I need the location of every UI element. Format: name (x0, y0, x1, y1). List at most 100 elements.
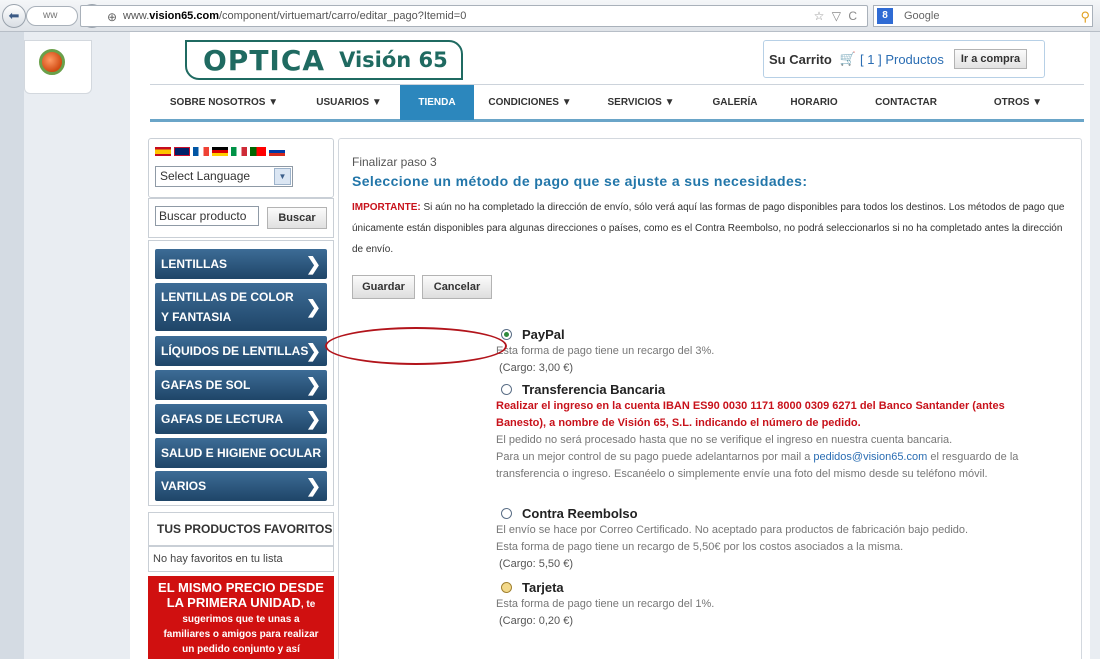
menu-item-sobre-nosotros[interactable]: SOBRE NOSOTROS ▼ (150, 85, 298, 120)
menu-item-condiciones[interactable]: CONDICIONES ▼ (474, 85, 586, 120)
left-sidebar-strip (0, 32, 24, 659)
cart-title: Su Carrito (769, 51, 832, 67)
notice-label: IMPORTANTE: (352, 202, 421, 213)
payment-option-cod: Contra Reembolso El envío se hace por Co… (496, 504, 968, 573)
magnifier-icon[interactable]: ⚲ (1080, 7, 1090, 27)
payment-desc: el resguardo de la (927, 451, 1019, 463)
product-search-button[interactable]: Buscar (267, 207, 327, 229)
payment-name: Contra Reembolso (522, 505, 638, 521)
menu-item-servicios[interactable]: SERVICIOS ▼ (586, 85, 696, 120)
category-label: GAFAS DE SOL (161, 378, 251, 392)
menu-item-usuarios[interactable]: USUARIOS ▼ (298, 85, 400, 120)
promo-line: familiares o amigos para realizar (163, 629, 319, 640)
url-prefix: www. (123, 10, 150, 22)
transfer-radio[interactable] (501, 383, 512, 395)
product-search-input[interactable]: Buscar producto (155, 206, 259, 226)
cancel-button[interactable]: Cancelar (422, 275, 492, 299)
payment-desc: Esta forma de pago tiene un recargo del … (496, 598, 715, 610)
flag-it-icon[interactable] (231, 147, 247, 156)
back-arrow-icon[interactable]: ⬅ (2, 4, 26, 28)
chevron-down-icon[interactable]: ▼ (274, 168, 291, 185)
flag-fr-icon[interactable] (193, 147, 209, 156)
category-label: SALUD E HIGIENE OCULAR (161, 446, 322, 460)
important-notice: IMPORTANTE: Si aún no ha completado la d… (352, 197, 1074, 260)
cart-icon: 🛒 (839, 51, 857, 66)
payment-cost: (Cargo: 0,20 €) (499, 615, 573, 627)
payment-name: Transferencia Bancaria (522, 381, 666, 397)
url-path: /component/virtuemart/carro/editar_pago?… (218, 10, 467, 22)
annotation-ellipse (325, 327, 507, 365)
menu-item-galeria[interactable]: GALERÍA (696, 85, 774, 120)
card-radio[interactable] (501, 581, 512, 593)
category-gafas-sol[interactable]: GAFAS DE SOL ❯ (155, 370, 327, 400)
promo-line: LA PRIMERA UNIDAD (166, 595, 301, 610)
email-link[interactable]: pedidos@vision65.com (813, 451, 927, 463)
chevron-right-icon: ❯ (305, 297, 321, 317)
chevron-right-icon: ❯ (305, 374, 321, 395)
favorites-empty: No hay favoritos en tu lista (148, 546, 334, 572)
language-flags (155, 147, 285, 156)
chevron-right-icon: ❯ (305, 253, 321, 274)
payment-desc: El pedido no será procesado hasta que no… (496, 434, 953, 446)
address-bar[interactable]: ⊕ www.vision65.com/component/virtuemart/… (80, 5, 868, 27)
checkout-button[interactable]: Ir a compra (953, 49, 1028, 69)
category-label: LENTILLAS DE COLOR Y FANTASIA (161, 290, 294, 324)
menu-item-otros[interactable]: OTROS ▼ (958, 85, 1078, 120)
flag-pt-icon[interactable] (250, 147, 266, 156)
history-dropdown[interactable]: ww (26, 6, 78, 26)
payment-option-paypal: PayPal Esta forma de pago tiene un recar… (496, 325, 714, 377)
cod-radio[interactable] (501, 507, 512, 519)
category-gafas-lectura[interactable]: GAFAS DE LECTURA ❯ (155, 404, 327, 434)
flag-de-icon[interactable] (212, 147, 228, 156)
payment-desc: Esta forma de pago tiene un recargo del … (496, 345, 715, 357)
language-select[interactable]: Select Language ▼ (155, 166, 293, 187)
url-domain: vision65.com (149, 10, 219, 22)
browser-search-input[interactable]: 8 Google ⚲ (873, 5, 1093, 27)
payment-desc: El envío se hace por Correo Certificado.… (496, 524, 969, 536)
paypal-radio[interactable] (501, 328, 512, 340)
payment-instructions: Realizar el ingreso en la cuenta IBAN ES… (496, 400, 1005, 412)
chevron-right-icon: ❯ (305, 475, 321, 496)
history-label: ww (43, 10, 58, 21)
browser-toolbar: ⬅ ww ⬅ ⊕ www.vision65.com/component/virt… (0, 0, 1100, 32)
payment-option-transfer: Transferencia Bancaria Realizar el ingre… (496, 380, 1076, 483)
payment-name: PayPal (522, 326, 565, 342)
page-icon: ⊕ (107, 10, 118, 24)
save-button[interactable]: Guardar (352, 275, 415, 299)
payment-desc: Esta forma de pago tiene un recargo de 5… (496, 541, 904, 553)
notice-text: Si aún no ha completado la dirección de … (352, 202, 1065, 255)
category-label: LENTILLAS (161, 257, 227, 271)
payment-name: Tarjeta (522, 579, 564, 595)
favorites-title: TUS PRODUCTOS FAVORITOS (148, 512, 334, 546)
flag-es-icon[interactable] (155, 147, 171, 156)
bookmark-reload-icons[interactable]: ☆ ▽ C (814, 6, 859, 26)
app-tab[interactable] (24, 40, 92, 94)
promo-banner[interactable]: EL MISMO PRECIO DESDE LA PRIMERA UNIDAD,… (148, 576, 334, 659)
cart-count-link[interactable]: [ 1 ] Productos (860, 52, 944, 67)
chevron-right-icon: ❯ (305, 340, 321, 361)
menu-item-tienda[interactable]: TIENDA (400, 85, 474, 120)
app-favicon-icon (39, 49, 65, 75)
category-lentillas[interactable]: LENTILLAS ❯ (155, 249, 327, 279)
site-logo[interactable]: OPTICA Visión 65 (185, 40, 463, 80)
web-page: OPTICA Visión 65 Su Carrito 🛒 [ 1 ] Prod… (130, 32, 1090, 659)
menu-item-contactar[interactable]: CONTACTAR (854, 85, 958, 120)
payment-desc: transferencia o ingreso. Escanéelo o sim… (496, 468, 988, 480)
category-salud[interactable]: SALUD E HIGIENE OCULAR (155, 438, 327, 468)
menu-item-horario[interactable]: HORARIO (774, 85, 854, 120)
flag-ru-icon[interactable] (269, 147, 285, 156)
category-liquidos[interactable]: LÍQUIDOS DE LENTILLAS ❯ (155, 336, 327, 366)
google-icon: 8 (877, 8, 893, 24)
category-lentillas-color[interactable]: LENTILLAS DE COLOR Y FANTASIA ❯ (155, 283, 327, 331)
promo-line: , te (300, 599, 316, 610)
search-engine-label: Google (904, 10, 940, 22)
category-label: LÍQUIDOS DE LENTILLAS (161, 344, 309, 358)
cart-widget: Su Carrito 🛒 [ 1 ] Productos Ir a compra (763, 40, 1045, 78)
payment-desc: Para un mejor control de su pago puede a… (496, 451, 814, 463)
flag-gb-icon[interactable] (174, 147, 190, 156)
payment-option-card: Tarjeta Esta forma de pago tiene un reca… (496, 578, 714, 630)
logo-sub-text: Visión 65 (339, 48, 448, 72)
checkout-step: Finalizar paso 3 (352, 155, 437, 169)
page-title: Seleccione un método de pago que se ajus… (352, 173, 808, 189)
category-varios[interactable]: VARIOS ❯ (155, 471, 327, 501)
